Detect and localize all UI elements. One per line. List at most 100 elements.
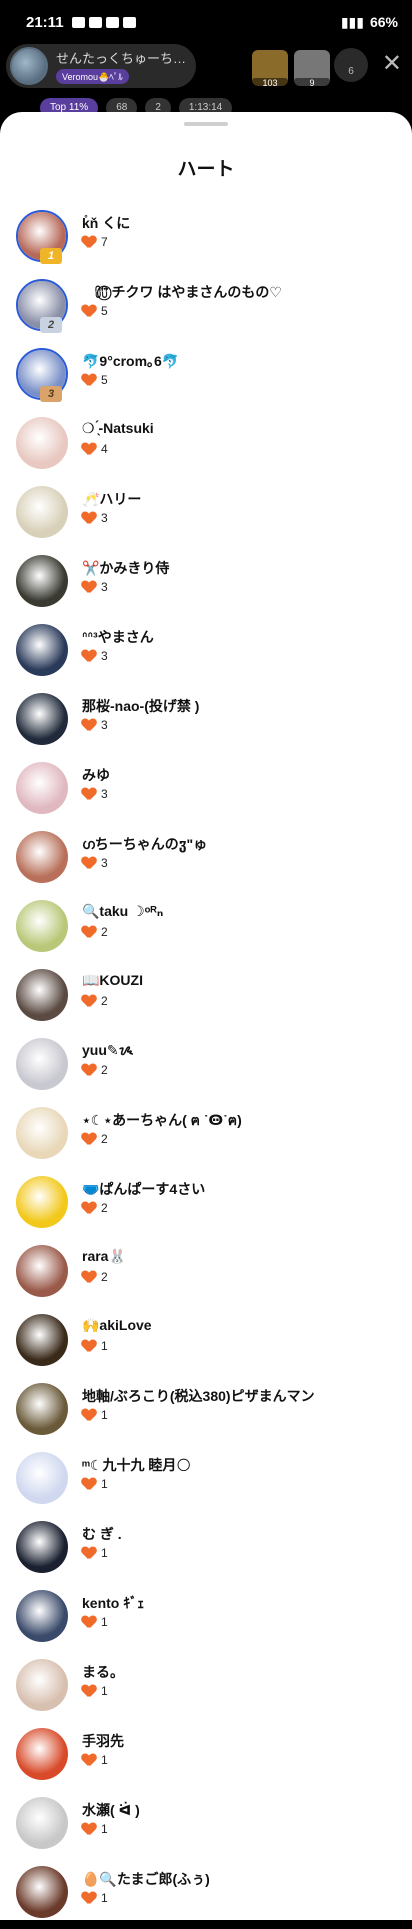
heart-icon xyxy=(82,1685,96,1698)
list-item[interactable]: 2 ﾠ⩇⩇⃝⃜ チクワ はやまさんのもの♡ 5 xyxy=(0,273,412,342)
heart-count: 1 xyxy=(82,1339,108,1353)
list-item[interactable]: yuu✎ᝰ 2 xyxy=(0,1032,412,1101)
list-item[interactable]: む ぎ . 1 xyxy=(0,1515,412,1584)
user-name: 水瀬( ᐛ ) xyxy=(82,1802,140,1818)
user-name: 🙌akiLove xyxy=(82,1317,152,1333)
list-item[interactable]: 📖KOUZI 2 xyxy=(0,963,412,1032)
heart-icon xyxy=(82,1409,96,1422)
list-item[interactable]: 🥂ハリー 3 xyxy=(0,480,412,549)
user-name: 🔍taku ☽ᵒᴿₙ xyxy=(82,903,164,919)
user-avatar[interactable] xyxy=(16,486,68,538)
heart-count-value: 1 xyxy=(101,1408,108,1422)
heart-count-value: 1 xyxy=(101,1615,108,1629)
user-avatar[interactable] xyxy=(16,1521,68,1573)
list-item[interactable]: ✂️かみきり侍 3 xyxy=(0,549,412,618)
heart-icon xyxy=(82,443,96,456)
host-avatar[interactable] xyxy=(10,47,48,85)
user-avatar[interactable] xyxy=(16,555,68,607)
top-viewer-count: 103 xyxy=(252,78,288,88)
heart-count-value: 2 xyxy=(101,1063,108,1077)
heart-count-value: 1 xyxy=(101,1684,108,1698)
user-name: yuu✎ᝰ xyxy=(82,1042,134,1058)
hearts-sheet: ハート 1 k̊ň くに 7 2 ﾠ⩇⩇⃝⃜ チクワ はやまさんのもの♡ 5 3 🐬9°cro… xyxy=(0,112,412,1920)
user-name: ഗちーちゃんのჳ"ゅ xyxy=(82,836,208,852)
user-avatar[interactable] xyxy=(16,1038,68,1090)
user-avatar[interactable] xyxy=(16,1797,68,1849)
heart-count: 1 xyxy=(82,1753,108,1767)
viewer-count-button[interactable]: 6 xyxy=(334,48,368,82)
list-item[interactable]: rara🐰 2 xyxy=(0,1239,412,1308)
user-name: ﾠ⩇⩇⃝⃜ チクワ はやまさんのもの♡ xyxy=(82,284,282,300)
user-avatar[interactable] xyxy=(16,1866,68,1918)
list-item[interactable]: ᐢᐢ³やまさん 3 xyxy=(0,618,412,687)
user-avatar[interactable] xyxy=(16,762,68,814)
heart-icon xyxy=(82,1340,96,1353)
heart-count-value: 2 xyxy=(101,1201,108,1215)
second-viewer-count: 9 xyxy=(294,78,330,88)
user-avatar[interactable] xyxy=(16,1452,68,1504)
user-avatar[interactable] xyxy=(16,900,68,952)
close-icon[interactable]: ✕ xyxy=(382,52,402,76)
list-item[interactable]: 水瀬( ᐛ ) 1 xyxy=(0,1791,412,1860)
heart-icon xyxy=(82,581,96,594)
heart-count: 2 xyxy=(82,1201,108,1215)
list-item[interactable]: ❍ ̖́-Natsuki 4 xyxy=(0,411,412,480)
list-item[interactable]: 🔍taku ☽ᵒᴿₙ 2 xyxy=(0,894,412,963)
heart-icon xyxy=(82,1616,96,1629)
user-avatar[interactable] xyxy=(16,1245,68,1297)
second-viewer-avatar[interactable]: 9 xyxy=(294,50,330,88)
user-avatar[interactable] xyxy=(16,624,68,676)
user-avatar[interactable] xyxy=(16,1176,68,1228)
heart-count-value: 5 xyxy=(101,304,108,318)
user-avatar[interactable] xyxy=(16,417,68,469)
heart-count-value: 5 xyxy=(101,373,108,387)
list-item[interactable]: ᵐ☾九十九 睦月🌕 1 xyxy=(0,1446,412,1515)
heart-count-value: 2 xyxy=(101,1270,108,1284)
list-item[interactable]: ⋆☾⋆あーちゃん( ฅ ˙Ꙫ˙ฅ) 2 xyxy=(0,1101,412,1170)
host-profile-pill[interactable]: せんたっくちゅーち… Veromou🐣ﾍﾟﾙ xyxy=(6,44,196,88)
user-avatar[interactable] xyxy=(16,1590,68,1642)
list-item[interactable]: まる。 1 xyxy=(0,1653,412,1722)
heart-count: 1 xyxy=(82,1477,108,1491)
heart-count: 5 xyxy=(82,373,108,387)
heart-icon xyxy=(82,995,96,1008)
heart-count: 1 xyxy=(82,1822,108,1836)
user-avatar[interactable] xyxy=(16,831,68,883)
user-avatar[interactable] xyxy=(16,693,68,745)
top-viewer-avatar[interactable]: 103 xyxy=(252,50,288,88)
heart-count: 7 xyxy=(82,235,108,249)
user-name: rara🐰 xyxy=(82,1248,126,1264)
drag-handle[interactable] xyxy=(184,122,228,126)
heart-icon xyxy=(82,374,96,387)
user-avatar[interactable] xyxy=(16,1314,68,1366)
heart-count-value: 3 xyxy=(101,856,108,870)
user-avatar[interactable] xyxy=(16,1728,68,1780)
heart-icon xyxy=(82,857,96,870)
heart-icon xyxy=(82,1064,96,1077)
heart-icon xyxy=(82,1892,96,1905)
list-item[interactable]: 🥚🔍たまご郎(ふぅ) 1 xyxy=(0,1860,412,1929)
heart-count-value: 3 xyxy=(101,511,108,525)
list-item[interactable]: 地軸/ぶろこり(税込380)ピザまんマン 1 xyxy=(0,1377,412,1446)
heart-icon xyxy=(82,1133,96,1146)
heart-count: 1 xyxy=(82,1615,108,1629)
list-item[interactable]: 3 🐬9°crom｡6🐬 5 xyxy=(0,342,412,411)
list-item[interactable]: 🩲ぱんぱーす4さい 2 xyxy=(0,1170,412,1239)
rank-badge: 2 xyxy=(40,317,62,333)
list-item[interactable]: 🙌akiLove 1 xyxy=(0,1308,412,1377)
heart-count-value: 2 xyxy=(101,925,108,939)
user-avatar[interactable] xyxy=(16,969,68,1021)
user-name: 地軸/ぶろこり(税込380)ピザまんマン xyxy=(82,1388,315,1404)
list-item[interactable]: kento ｷﾞｪ 1 xyxy=(0,1584,412,1653)
user-avatar[interactable] xyxy=(16,1659,68,1711)
list-item[interactable]: 1 k̊ň くに 7 xyxy=(0,204,412,273)
user-avatar[interactable] xyxy=(16,1107,68,1159)
user-name: 🥂ハリー xyxy=(82,491,142,507)
user-avatar[interactable] xyxy=(16,1383,68,1435)
list-item[interactable]: 那桜-nao-(投げ禁 ) 3 xyxy=(0,687,412,756)
hearts-list: 1 k̊ň くに 7 2 ﾠ⩇⩇⃝⃜ チクワ はやまさんのもの♡ 5 3 🐬9°crom｡6🐬… xyxy=(0,204,412,1929)
list-item[interactable]: みゆ 3 xyxy=(0,756,412,825)
list-item[interactable]: 手羽先 1 xyxy=(0,1722,412,1791)
heart-count-value: 2 xyxy=(101,994,108,1008)
list-item[interactable]: ഗちーちゃんのჳ"ゅ 3 xyxy=(0,825,412,894)
